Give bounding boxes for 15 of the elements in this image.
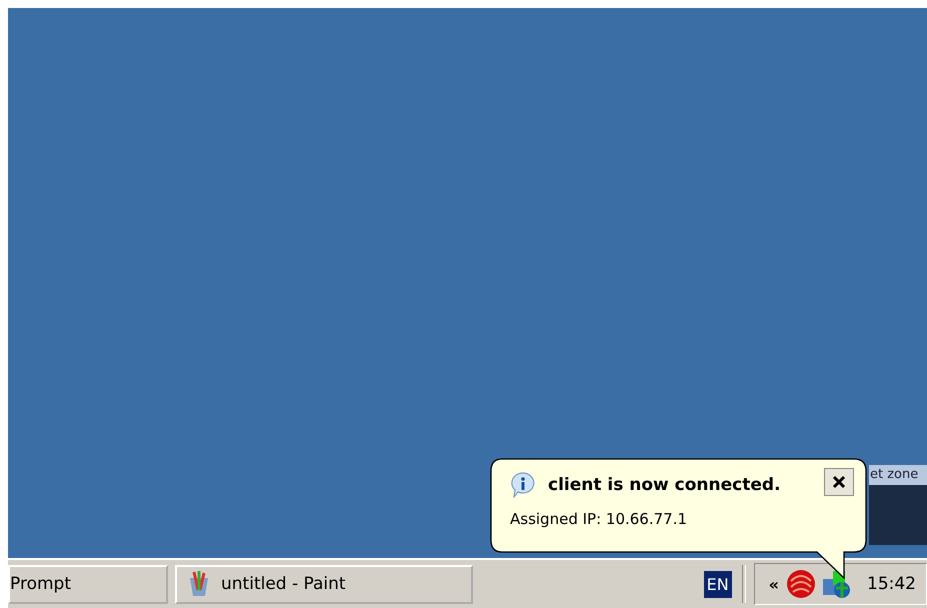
background-window[interactable]: et zone: [869, 465, 927, 545]
taskbar-button[interactable]: Prompt: [8, 564, 168, 604]
show-hidden-icons[interactable]: «: [768, 574, 779, 594]
info-icon: [510, 472, 536, 498]
window-title: et zone: [869, 465, 927, 485]
balloon-message: Assigned IP: 10.66.77.1: [510, 510, 688, 528]
close-button[interactable]: [824, 468, 854, 496]
close-icon: [832, 475, 846, 489]
taskbar-button[interactable]: untitled - Paint: [175, 564, 473, 604]
paint-cup-icon: [187, 570, 211, 598]
swirl-icon[interactable]: [785, 569, 817, 599]
language-indicator[interactable]: EN: [704, 570, 732, 598]
clock[interactable]: 15:42: [867, 574, 916, 594]
network-icon[interactable]: [821, 569, 853, 599]
balloon-title: client is now connected.: [548, 475, 781, 495]
